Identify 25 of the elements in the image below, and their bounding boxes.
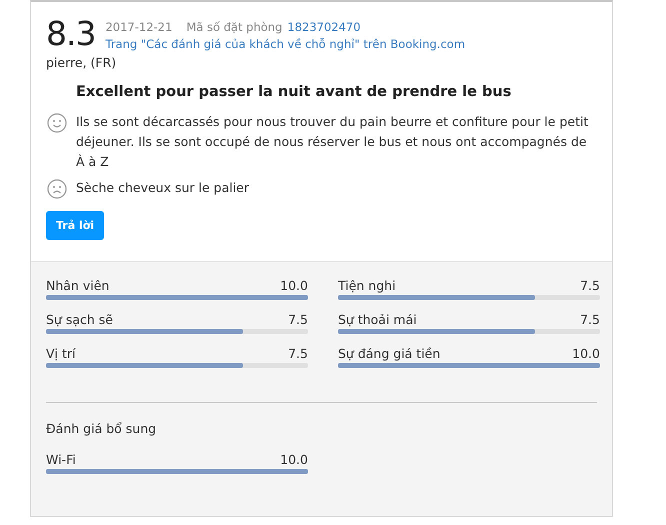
reply-button[interactable]: Trả lời <box>46 211 104 240</box>
source-link[interactable]: Trang "Các đánh giá của khách về chỗ nghỉ" trên Booking.com <box>105 36 466 53</box>
rating-label: Sự sạch sẽ <box>46 312 113 328</box>
rating-label: Wi-Fi <box>46 452 76 468</box>
rating-label: Tiện nghi <box>338 278 396 294</box>
review-score: 8.3 <box>46 16 96 52</box>
rating-value: 10.0 <box>280 278 308 294</box>
review-date: 2017-12-21 <box>105 19 172 36</box>
comment-text: Ils se sont décarcassés pour nous trouver du pain beurre et confiture pour le petit déjeuner. Ils se sont occupé de nous réserver le bus et nous ont accompagnés de À à Z <box>76 113 590 171</box>
rating-value: 7.5 <box>580 278 600 294</box>
additional-heading: Đánh giá bổ sung <box>46 421 158 436</box>
rating-value: 7.5 <box>288 346 308 362</box>
review-title: Excellent pour passer la nuit avant de prendre le bus <box>76 84 512 100</box>
booking-number-link[interactable]: 1823702470 <box>287 19 361 36</box>
rating-label: Nhân viên <box>46 278 110 294</box>
comment-text: Sèche cheveux sur le palier <box>76 179 250 197</box>
rating-value: 10.0 <box>280 452 308 468</box>
rating-value: 7.5 <box>288 312 308 328</box>
reviewer-name: pierre, (FR) <box>46 55 118 70</box>
rating-value: 7.5 <box>580 312 600 328</box>
rating-label: Vị trí <box>46 346 76 362</box>
booking-label: Mã số đặt phòng <box>186 19 282 36</box>
rating-value: 10.0 <box>572 346 600 362</box>
rating-label: Sự thoải mái <box>338 312 417 328</box>
rating-label: Sự đáng giá tiền <box>338 346 440 362</box>
